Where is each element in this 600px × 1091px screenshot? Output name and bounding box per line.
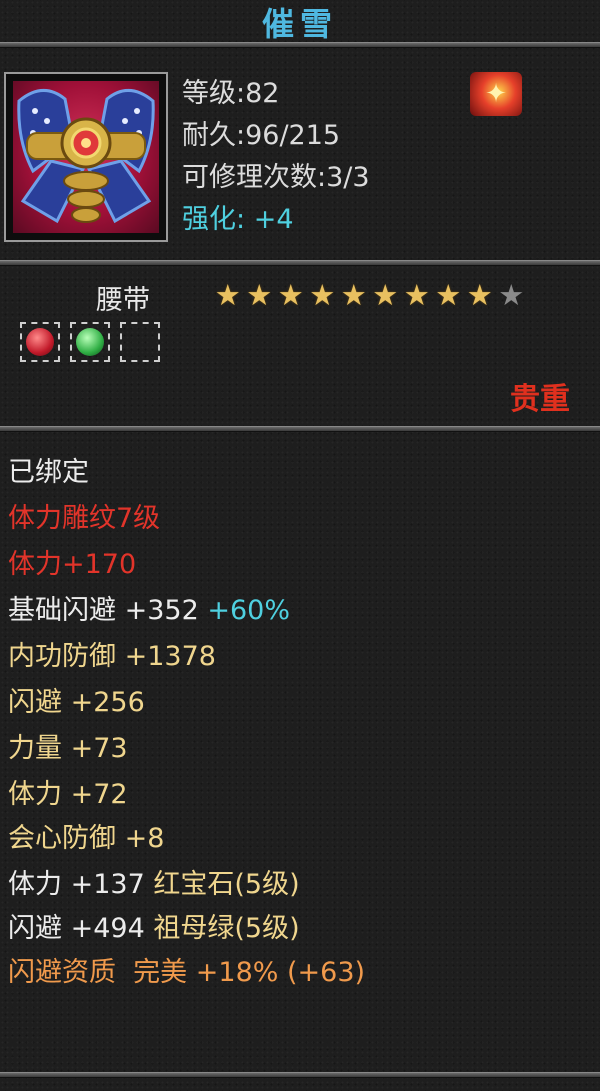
divider	[0, 426, 600, 432]
star-filled-icon: ★	[466, 278, 493, 312]
star-rating: ★ ★ ★ ★ ★ ★ ★ ★ ★ ★	[212, 278, 527, 312]
attr-value: +72	[70, 779, 128, 810]
item-quality: 贵重	[510, 382, 570, 417]
star-filled-icon: ★	[435, 278, 462, 312]
attr-label: 闪避资质	[8, 957, 116, 988]
gem-name: 祖母绿(5级)	[153, 913, 300, 944]
attr-percent: +60%	[207, 595, 290, 626]
stamina-line: 体力 +72	[8, 778, 128, 812]
attr-label: 体力	[8, 779, 62, 810]
stamina-bonus-line: 体力+170	[8, 549, 137, 580]
socket-ruby[interactable]	[20, 322, 60, 362]
item-category: 腰带	[96, 285, 150, 316]
enhance-value: +4	[253, 204, 294, 235]
aptitude-extra: (+63)	[287, 957, 366, 988]
star-filled-icon: ★	[372, 278, 399, 312]
item-level: 等级:82	[182, 78, 280, 109]
engrave-line: 体力雕纹7级	[8, 503, 161, 534]
divider	[0, 260, 600, 266]
attr-value: +1378	[124, 641, 216, 672]
attr-label: 闪避	[8, 913, 62, 944]
divider	[0, 42, 600, 48]
aptitude-grade: 完美	[133, 957, 188, 988]
ruby-gem-icon	[26, 328, 54, 356]
item-enhance: 强化: +4	[182, 204, 294, 236]
item-durability: 耐久:96/215	[182, 120, 341, 151]
attr-value: +352	[124, 595, 199, 626]
bound-status: 已绑定	[8, 457, 89, 488]
star-filled-icon: ★	[277, 278, 304, 312]
dodge-line: 闪避 +256	[8, 686, 145, 720]
star-filled-icon: ★	[246, 278, 273, 312]
item-name: 催雪	[261, 5, 338, 43]
belt-icon	[17, 89, 155, 224]
emerald-gem-icon	[76, 328, 104, 356]
gem1-line: 体力 +137 红宝石(5级)	[8, 868, 300, 902]
attr-label: 体力	[8, 869, 62, 900]
inner-def-line: 内功防御 +1378	[8, 640, 216, 674]
star-filled-icon: ★	[309, 278, 336, 312]
enhance-label: 强化:	[182, 204, 246, 235]
aptitude-line: 闪避资质 完美 +18% (+63)	[8, 956, 365, 990]
aptitude-percent: +18%	[195, 957, 279, 988]
divider	[0, 1072, 600, 1078]
socket-empty[interactable]	[120, 322, 160, 362]
attr-value: +256	[70, 687, 145, 718]
base-dodge-line: 基础闪避 +352 +60%	[8, 594, 290, 628]
star-filled-icon: ★	[214, 278, 241, 312]
gem2-line: 闪避 +494 祖母绿(5级)	[8, 912, 300, 946]
attr-label: 闪避	[8, 687, 62, 718]
socket-emerald[interactable]	[70, 322, 110, 362]
item-portrait-frame[interactable]	[4, 72, 168, 242]
flame-emblem-icon: ✦	[470, 72, 522, 116]
star-filled-icon: ★	[340, 278, 367, 312]
star-empty-icon: ★	[498, 278, 525, 312]
power-line: 力量 +73	[8, 732, 128, 766]
item-repair-count: 可修理次数:3/3	[182, 162, 370, 193]
attr-label: 力量	[8, 733, 62, 764]
attr-value: +137	[70, 869, 145, 900]
attr-label: 基础闪避	[8, 595, 116, 626]
attr-label: 会心防御	[8, 823, 116, 854]
attr-label: 内功防御	[8, 641, 116, 672]
attr-value: +73	[70, 733, 128, 764]
gem-name: 红宝石(5级)	[153, 869, 300, 900]
item-portrait	[13, 81, 159, 233]
attr-value: +8	[124, 823, 165, 854]
star-filled-icon: ★	[403, 278, 430, 312]
crit-def-line: 会心防御 +8	[8, 822, 164, 856]
attr-value: +494	[70, 913, 145, 944]
